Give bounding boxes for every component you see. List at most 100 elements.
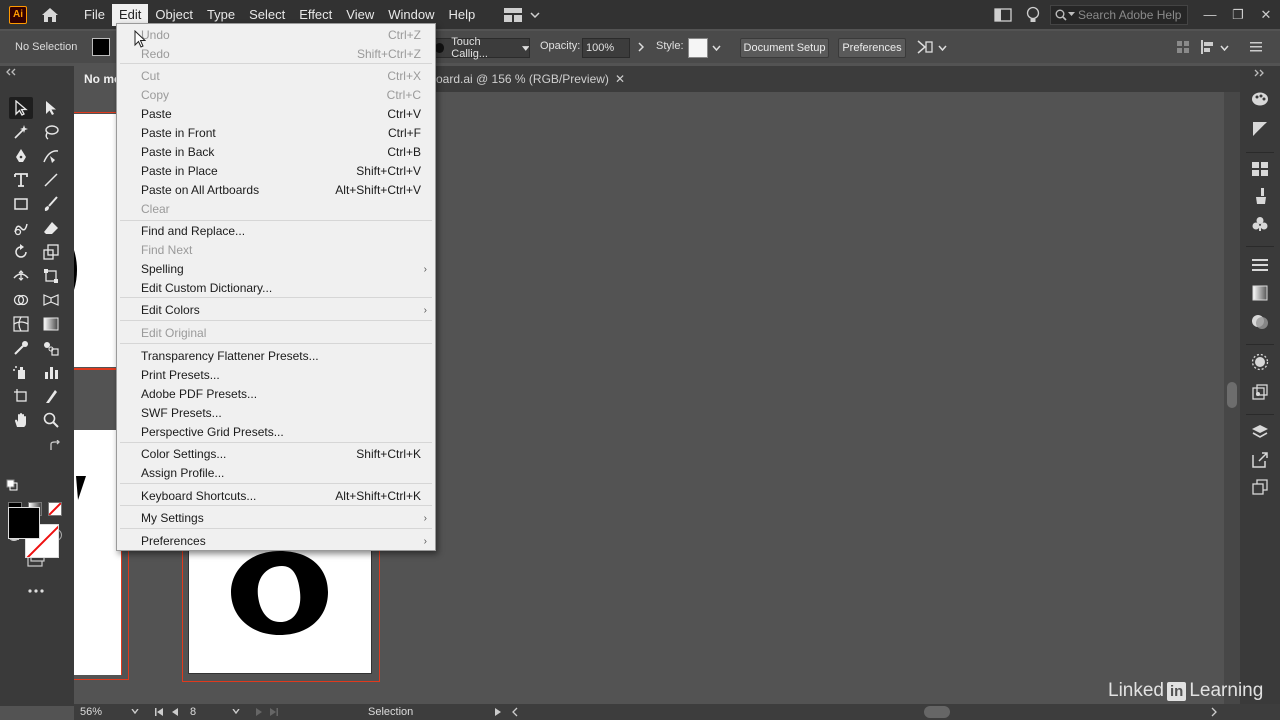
chevron-down-icon[interactable] <box>712 45 721 51</box>
artboard-number[interactable]: 8 <box>190 705 196 719</box>
chevron-down-icon[interactable] <box>232 709 240 714</box>
menu-item-adobe-pdf-presets[interactable]: Adobe PDF Presets... <box>117 385 435 404</box>
scale-tool-icon[interactable] <box>39 241 63 263</box>
graphic-style-swatch[interactable] <box>688 38 708 58</box>
document-setup-button[interactable]: Document Setup <box>740 38 829 58</box>
scroll-thumb[interactable] <box>1227 382 1237 408</box>
perspective-grid-tool-icon[interactable] <box>39 289 63 311</box>
close-window-button[interactable]: ✕ <box>1252 7 1280 23</box>
arrange-documents-icon[interactable] <box>994 7 1012 22</box>
direct-selection-tool-icon[interactable] <box>39 97 63 119</box>
stroke-panel-icon[interactable] <box>1250 255 1270 275</box>
menu-item-paste[interactable]: Paste Ctrl+V <box>117 105 435 124</box>
swap-fill-stroke-icon[interactable] <box>49 440 61 452</box>
menu-item-print-presets[interactable]: Print Presets... <box>117 366 435 385</box>
search-help-input[interactable]: Search Adobe Help <box>1050 4 1188 25</box>
eraser-tool-icon[interactable] <box>39 217 63 239</box>
artboard-tool-icon[interactable] <box>9 385 33 407</box>
document-tab-title[interactable]: oard.ai @ 156 % (RGB/Preview) <box>436 66 609 92</box>
panel-menu-icon[interactable] <box>1250 41 1262 53</box>
pen-tool-icon[interactable] <box>9 145 33 167</box>
magic-wand-tool-icon[interactable] <box>9 121 33 143</box>
edit-toolbar-icon[interactable] <box>24 580 48 602</box>
graphic-styles-icon[interactable] <box>1250 382 1270 402</box>
swatches-icon[interactable] <box>1250 159 1270 179</box>
align-icon[interactable] <box>1176 40 1190 54</box>
rotate-tool-icon[interactable] <box>9 241 33 263</box>
close-tab-icon[interactable]: ✕ <box>615 66 625 92</box>
brush-selector[interactable]: Touch Callig... <box>432 36 530 60</box>
fill-swatch[interactable] <box>92 38 111 56</box>
mesh-tool-icon[interactable] <box>9 313 33 335</box>
chevron-down-icon[interactable] <box>131 709 139 714</box>
artboards-icon[interactable] <box>1250 477 1270 497</box>
menu-item-preferences[interactable]: Preferences › <box>117 532 435 551</box>
symbol-sprayer-tool-icon[interactable] <box>9 361 33 383</box>
color-guide-icon[interactable] <box>1250 119 1270 139</box>
restore-button[interactable]: ❐ <box>1224 7 1252 23</box>
none-mode-icon[interactable] <box>48 502 62 516</box>
eyedropper-tool-icon[interactable] <box>9 337 33 359</box>
preferences-button[interactable]: Preferences <box>838 38 906 58</box>
paintbrush-tool-icon[interactable] <box>39 193 63 215</box>
previous-artboard-icon[interactable] <box>171 707 179 717</box>
hand-tool-icon[interactable] <box>9 409 33 431</box>
selection-tool-icon[interactable] <box>9 97 33 119</box>
zoom-tool-icon[interactable] <box>39 409 63 431</box>
symbols-icon[interactable] <box>1250 214 1270 234</box>
home-icon[interactable] <box>39 4 61 26</box>
type-tool-icon[interactable] <box>9 169 33 191</box>
lightbulb-icon[interactable] <box>1026 6 1040 24</box>
menu-item-paste-on-all-artboards[interactable]: Paste on All Artboards Alt+Shift+Ctrl+V <box>117 181 435 200</box>
fill-color-box[interactable] <box>8 507 40 539</box>
gradient-panel-icon[interactable] <box>1250 283 1270 303</box>
menu-item-edit-colors[interactable]: Edit Colors › <box>117 301 435 320</box>
export-icon[interactable] <box>1250 450 1270 470</box>
menu-item-swf-presets[interactable]: SWF Presets... <box>117 404 435 423</box>
color-panel-icon[interactable] <box>1250 89 1270 109</box>
minimize-button[interactable]: — <box>1196 7 1224 22</box>
transparency-panel-icon[interactable] <box>1250 312 1270 332</box>
shaper-tool-icon[interactable] <box>9 217 33 239</box>
shape-builder-tool-icon[interactable] <box>9 289 33 311</box>
menu-item-paste-in-back[interactable]: Paste in Back Ctrl+B <box>117 143 435 162</box>
status-menu-arrow-icon[interactable] <box>494 707 502 717</box>
zoom-level[interactable]: 56% <box>80 705 102 719</box>
width-tool-icon[interactable] <box>9 265 33 287</box>
menu-item-my-settings[interactable]: My Settings › <box>117 509 435 528</box>
arrange-options-icon[interactable] <box>916 39 934 55</box>
vertical-scrollbar[interactable] <box>1224 92 1240 704</box>
chevron-right-icon[interactable] <box>638 42 644 52</box>
slice-tool-icon[interactable] <box>39 385 63 407</box>
menu-item-color-settings[interactable]: Color Settings... Shift+Ctrl+K <box>117 445 435 464</box>
last-artboard-icon[interactable] <box>269 707 279 717</box>
column-graph-tool-icon[interactable] <box>39 361 63 383</box>
lasso-tool-icon[interactable] <box>39 121 63 143</box>
menu-item-assign-profile[interactable]: Assign Profile... <box>117 464 435 483</box>
scroll-right-icon[interactable] <box>1210 707 1218 717</box>
menu-file[interactable]: File <box>77 4 112 26</box>
blend-tool-icon[interactable] <box>39 337 63 359</box>
menu-item-paste-in-front[interactable]: Paste in Front Ctrl+F <box>117 124 435 143</box>
next-artboard-icon[interactable] <box>255 707 263 717</box>
curvature-tool-icon[interactable] <box>39 145 63 167</box>
horizontal-scroll-thumb[interactable] <box>924 706 950 718</box>
chevron-down-icon[interactable] <box>1220 45 1229 51</box>
scroll-left-icon[interactable] <box>511 707 519 717</box>
menu-item-transparency-flattener-presets[interactable]: Transparency Flattener Presets... <box>117 347 435 366</box>
distribute-icon[interactable] <box>1200 40 1216 54</box>
chevron-down-icon[interactable] <box>938 45 947 51</box>
current-tool-status[interactable]: Selection <box>368 705 413 719</box>
collapse-toolbar-icon[interactable] <box>6 68 16 76</box>
collapse-panels-icon[interactable] <box>1254 69 1266 77</box>
menu-item-perspective-grid-presets[interactable]: Perspective Grid Presets... <box>117 423 435 442</box>
opacity-field[interactable]: 100% <box>582 38 630 58</box>
menu-item-find-and-replace[interactable]: Find and Replace... <box>117 222 435 241</box>
menu-item-keyboard-shortcuts[interactable]: Keyboard Shortcuts... Alt+Shift+Ctrl+K <box>117 487 435 506</box>
free-transform-tool-icon[interactable] <box>39 265 63 287</box>
default-fill-stroke-icon[interactable] <box>6 479 18 491</box>
menu-help[interactable]: Help <box>441 4 482 26</box>
appearance-panel-icon[interactable] <box>1250 352 1270 372</box>
workspace-switcher[interactable] <box>504 7 540 22</box>
menu-item-edit-custom-dictionary[interactable]: Edit Custom Dictionary... <box>117 279 435 298</box>
